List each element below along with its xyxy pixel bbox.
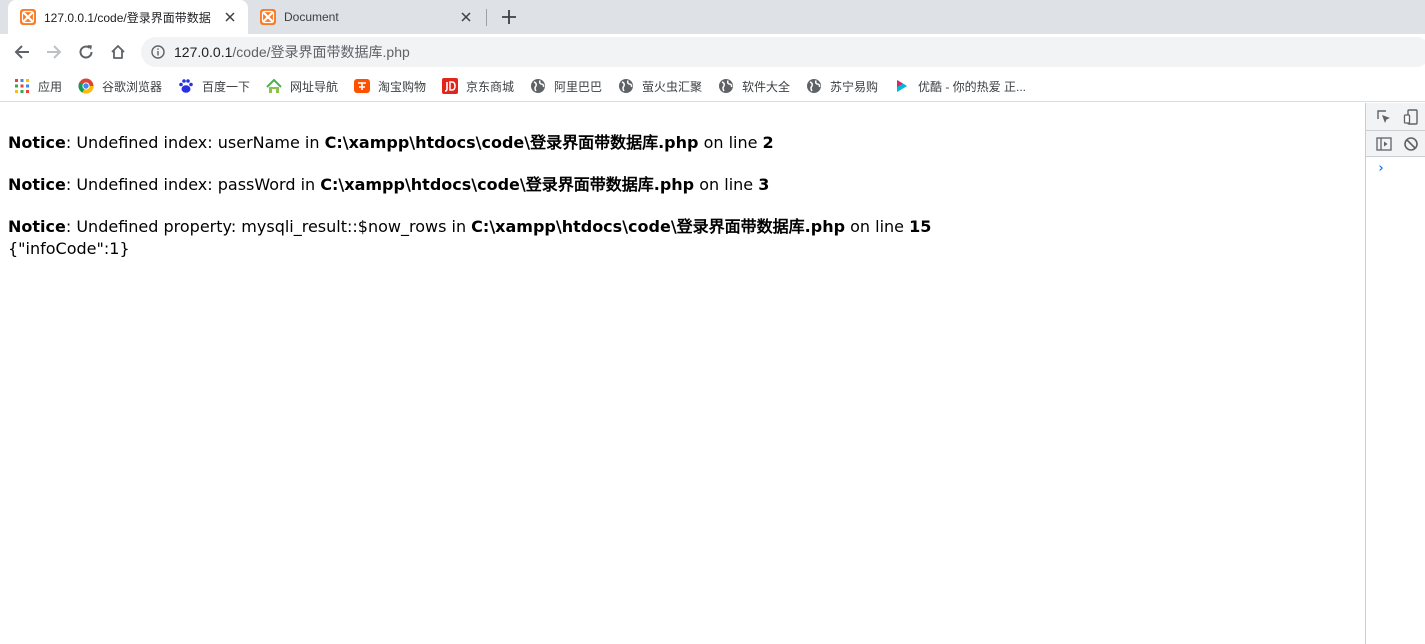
- home-icon: [111, 45, 125, 59]
- notice-line-number: 2: [762, 133, 774, 152]
- bookmark-label: 阿里巴巴: [554, 79, 603, 94]
- baidu-paw-icon: [178, 78, 194, 94]
- 2345-nav-icon: [266, 78, 282, 94]
- bookmark-jd[interactable]: 京东商城: [442, 75, 514, 97]
- bookmark-software[interactable]: 软件大全: [718, 75, 790, 97]
- tab-title: 127.0.0.1/code/登录界面带数据: [44, 10, 211, 25]
- url-text[interactable]: 127.0.0.1/code/登录界面带数据库.php: [174, 42, 410, 62]
- xampp-icon: [20, 9, 36, 25]
- php-notice: Notice: Undefined index: passWord in C:\…: [8, 175, 769, 195]
- notice-label: Notice: [8, 175, 66, 194]
- back-button[interactable]: [8, 38, 36, 66]
- notice-on-line: on line: [845, 217, 910, 236]
- chrome-icon: [78, 78, 94, 94]
- apps-grid-icon: [14, 78, 30, 94]
- globe-icon: [718, 78, 734, 94]
- bookmarks-bar: 应用 谷歌浏览器 百度一下 网址导航 淘宝购物 京东商城 阿里巴巴 萤火虫汇聚 …: [0, 70, 1425, 102]
- url-host: 127.0.0.1: [174, 44, 233, 60]
- bookmark-apps[interactable]: 应用: [14, 75, 62, 97]
- notice-line-number: 15: [909, 217, 932, 236]
- json-output: {"infoCode":1}: [8, 239, 130, 258]
- notice-message: : Undefined property: mysqli_result::$no…: [65, 217, 472, 236]
- devtools-console-toolbar: [1366, 131, 1425, 157]
- new-tab-button[interactable]: [496, 4, 522, 30]
- php-notice: Notice: Undefined index: userName in C:\…: [8, 133, 774, 153]
- notice-message: : Undefined index: userName in: [65, 133, 325, 152]
- devtools-toolbar: [1366, 103, 1425, 131]
- tab-separator: [486, 9, 487, 26]
- notice-line-number: 3: [758, 175, 770, 194]
- bookmark-label: 网址导航: [290, 79, 339, 94]
- devtools-panel: ›: [1365, 103, 1425, 644]
- globe-icon: [618, 78, 634, 94]
- bookmark-label: 萤火虫汇聚: [642, 79, 703, 94]
- php-notice: Notice: Undefined property: mysqli_resul…: [8, 217, 931, 237]
- bookmark-baidu[interactable]: 百度一下: [178, 75, 250, 97]
- reload-icon: [79, 45, 93, 59]
- bookmark-label: 应用: [38, 79, 63, 94]
- plus-icon: [502, 10, 516, 24]
- forward-button[interactable]: [40, 38, 68, 66]
- bookmark-alibaba[interactable]: 阿里巴巴: [530, 75, 602, 97]
- youku-icon: [894, 78, 910, 94]
- notice-label: Notice: [8, 133, 66, 152]
- home-button[interactable]: [104, 38, 132, 66]
- notice-file: C:\xampp\htdocs\code\登录界面带数据库.php: [471, 217, 846, 236]
- xampp-icon: [260, 9, 276, 25]
- clear-console-icon[interactable]: [1401, 134, 1421, 154]
- tab-document[interactable]: Document: [248, 0, 484, 34]
- reload-button[interactable]: [72, 38, 100, 66]
- globe-icon: [806, 78, 822, 94]
- sidebar-toggle-icon[interactable]: [1374, 134, 1394, 154]
- arrow-left-icon: [14, 45, 29, 59]
- bookmark-label: 百度一下: [202, 79, 251, 94]
- notice-file: C:\xampp\htdocs\code\登录界面带数据库.php: [320, 175, 695, 194]
- address-bar[interactable]: 127.0.0.1/code/登录界面带数据库.php: [141, 37, 1425, 67]
- bookmark-label: 优酷 - 你的热爱 正...: [918, 79, 1027, 94]
- inspect-element-icon[interactable]: [1374, 107, 1394, 127]
- tab-title: Document: [284, 10, 339, 24]
- tab-active[interactable]: 127.0.0.1/code/登录界面带数据: [8, 0, 248, 34]
- bookmark-2345[interactable]: 网址导航: [266, 75, 338, 97]
- jd-icon: [442, 78, 458, 94]
- tab-strip: 127.0.0.1/code/登录界面带数据 Document: [0, 0, 1425, 34]
- bookmark-label: 京东商城: [466, 79, 515, 94]
- bookmark-label: 淘宝购物: [378, 79, 427, 94]
- taobao-icon: [354, 78, 370, 94]
- bookmark-chrome[interactable]: 谷歌浏览器: [78, 75, 162, 97]
- bookmark-firefly[interactable]: 萤火虫汇聚: [618, 75, 702, 97]
- globe-icon: [530, 78, 546, 94]
- bookmark-suning[interactable]: 苏宁易购: [806, 75, 878, 97]
- arrow-right-icon: [47, 45, 62, 59]
- bookmark-youku[interactable]: 优酷 - 你的热爱 正...: [894, 75, 1026, 97]
- bookmark-label: 苏宁易购: [830, 79, 879, 94]
- bookmark-label: 软件大全: [742, 79, 791, 94]
- page-content: Notice: Undefined index: userName in C:\…: [0, 103, 1365, 644]
- notice-on-line: on line: [694, 175, 759, 194]
- browser-toolbar: 127.0.0.1/code/登录界面带数据库.php: [0, 34, 1425, 70]
- url-path: /code/登录界面带数据库.php: [232, 44, 410, 60]
- bookmark-label: 谷歌浏览器: [102, 79, 163, 94]
- close-icon[interactable]: [220, 7, 240, 27]
- notice-label: Notice: [8, 217, 66, 236]
- console-prompt[interactable]: ›: [1377, 161, 1385, 176]
- device-toggle-icon[interactable]: [1401, 107, 1421, 127]
- bookmark-taobao[interactable]: 淘宝购物: [354, 75, 426, 97]
- notice-on-line: on line: [698, 133, 763, 152]
- info-icon[interactable]: [149, 43, 167, 61]
- close-icon[interactable]: [456, 7, 476, 27]
- notice-file: C:\xampp\htdocs\code\登录界面带数据库.php: [324, 133, 699, 152]
- notice-message: : Undefined index: passWord in: [65, 175, 321, 194]
